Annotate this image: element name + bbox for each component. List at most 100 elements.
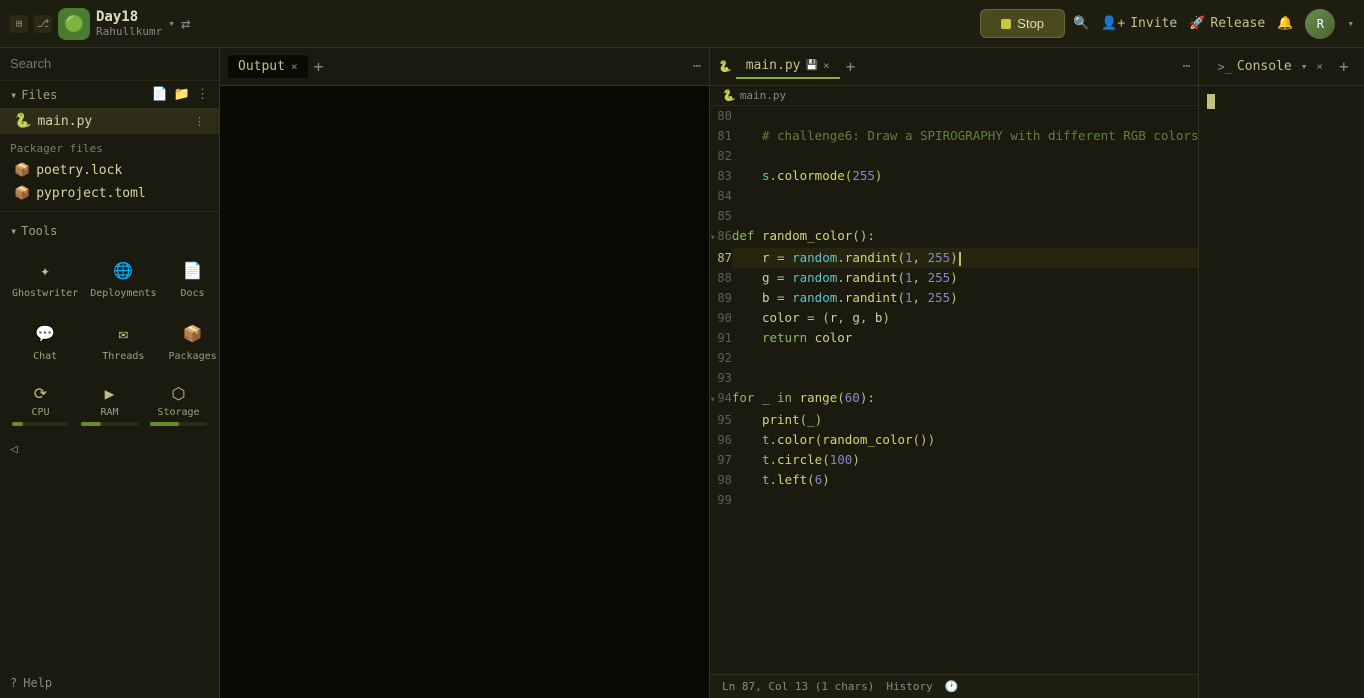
output-panel-dots[interactable]: ⋯ [693, 59, 701, 74]
tools-chevron-icon: ▾ [10, 224, 17, 238]
code-panel-dots[interactable]: ⋯ [1183, 59, 1191, 74]
output-tab-close[interactable]: × [291, 60, 298, 73]
code-line[interactable]: t.left(6) [732, 470, 1199, 490]
files-more-icon[interactable]: ⋮ [196, 87, 209, 102]
table-row: 83 s.colormode(255) [710, 166, 1198, 186]
line-number: 80 [710, 106, 732, 126]
breadcrumb-file-icon: 🐍 [722, 89, 736, 102]
branch-switch-icon[interactable]: ⇄ [181, 14, 191, 33]
breadcrumb-terminal-icon: 🐍 [718, 60, 732, 73]
new-folder-icon[interactable]: 📁 [174, 87, 190, 102]
table-row: 90 color = (r, g, b) [710, 308, 1198, 328]
stop-button[interactable]: Stop [980, 9, 1065, 38]
sidebar-search-container[interactable] [0, 48, 219, 81]
line-number: 96 [710, 430, 732, 450]
table-row: 80 [710, 106, 1198, 126]
code-line[interactable] [732, 186, 1199, 206]
resource-storage[interactable]: ⬡ Storage [146, 378, 211, 432]
search-action[interactable]: 🔍 [1073, 16, 1089, 31]
code-line[interactable] [732, 348, 1199, 368]
code-line[interactable]: s.colormode(255) [732, 166, 1199, 186]
console-tab-label: Console [1237, 59, 1292, 74]
storage-bar [150, 422, 207, 426]
output-tab[interactable]: Output × [228, 55, 308, 78]
packages-icon: 📦 [179, 319, 207, 347]
avatar-chevron-icon[interactable]: ▾ [1347, 17, 1354, 30]
new-file-icon[interactable]: 📄 [152, 87, 168, 102]
table-row: 92 [710, 348, 1198, 368]
code-line[interactable]: for _ in range(60): [732, 388, 1199, 410]
line-col-status: Ln 87, Col 13 (1 chars) [722, 680, 874, 693]
table-row: 82 [710, 146, 1198, 166]
line-number: 83 [710, 166, 732, 186]
code-line[interactable]: return color [732, 328, 1199, 348]
resource-ram[interactable]: ▶ RAM [77, 378, 142, 432]
tools-grid: ✦ Ghostwriter 🌐 Deployments 📄 Docs 💬 Cha… [0, 244, 219, 374]
table-row: ▾86def random_color(): [710, 226, 1198, 248]
code-line[interactable]: t.circle(100) [732, 450, 1199, 470]
expand-sidebar[interactable]: ◁ [0, 436, 219, 463]
search-input[interactable] [10, 56, 209, 71]
tool-ghostwriter[interactable]: ✦ Ghostwriter [8, 248, 82, 307]
console-prompt-icon: >_ [1217, 60, 1231, 74]
code-line[interactable] [732, 106, 1199, 126]
line-number: 95 [710, 410, 732, 430]
poetry-lock-icon: 📦 [14, 163, 30, 178]
main-py-tab[interactable]: main.py 💾 × [736, 54, 840, 79]
ram-icon: ▶ [105, 384, 115, 403]
tool-docs[interactable]: 📄 Docs [164, 248, 220, 307]
code-editor[interactable]: 8081 # challenge6: Draw a SPIROGRAPHY wi… [710, 106, 1198, 674]
file-main-py[interactable]: 🐍 main.py ⋮ [0, 108, 219, 134]
tools-section-header[interactable]: ▾ Tools [0, 218, 219, 244]
console-content [1199, 86, 1364, 698]
bell-action[interactable]: 🔔 [1277, 16, 1293, 31]
main-py-tab-label: main.py [746, 58, 801, 73]
tool-packages[interactable]: 📦 Packages [164, 311, 220, 370]
tool-deployments[interactable]: 🌐 Deployments [86, 248, 160, 307]
code-add-tab[interactable]: + [840, 57, 862, 76]
code-line[interactable] [732, 206, 1199, 226]
code-line[interactable] [732, 146, 1199, 166]
invite-action[interactable]: 👤+ Invite [1101, 16, 1177, 31]
console-add-tab[interactable]: + [1333, 57, 1355, 76]
code-line[interactable]: # challenge6: Draw a SPIROGRAPHY with di… [732, 126, 1199, 146]
code-line[interactable]: r = random.randint(1, 255) [732, 248, 1199, 268]
code-table: 8081 # challenge6: Draw a SPIROGRAPHY wi… [710, 106, 1198, 510]
code-line[interactable] [732, 368, 1199, 388]
console-tab[interactable]: >_ Console ▾ × [1207, 55, 1333, 78]
tool-chat[interactable]: 💬 Chat [8, 311, 82, 370]
branch-icon[interactable]: ⎇ [34, 15, 52, 33]
code-line[interactable] [732, 490, 1199, 510]
line-number: 84 [710, 186, 732, 206]
code-line[interactable]: print(_) [732, 410, 1199, 430]
ram-label: RAM [100, 407, 118, 418]
grid-icon[interactable]: ⊞ [10, 15, 28, 33]
help-section[interactable]: ? Help [0, 668, 219, 698]
resource-cpu[interactable]: ⟳ CPU [8, 378, 73, 432]
output-add-tab[interactable]: + [308, 57, 330, 76]
project-name: Day18 [96, 9, 162, 25]
code-line[interactable]: color = (r, g, b) [732, 308, 1199, 328]
line-number: 82 [710, 146, 732, 166]
file-options-icon[interactable]: ⋮ [194, 115, 205, 128]
tool-threads[interactable]: ✉ Threads [86, 311, 160, 370]
chat-icon: 💬 [31, 319, 59, 347]
code-breadcrumb: 🐍 main.py [710, 86, 1198, 106]
avatar[interactable]: R [1305, 9, 1335, 39]
pyproject-toml-file[interactable]: 📦 pyproject.toml [0, 182, 219, 205]
deployments-icon: 🌐 [109, 256, 137, 284]
help-icon: ? [10, 676, 17, 690]
files-section-header: ▾ Files 📄 📁 ⋮ [0, 81, 219, 108]
main-py-tab-close[interactable]: × [823, 59, 830, 72]
code-line[interactable]: def random_color(): [732, 226, 1199, 248]
project-chevron-icon[interactable]: ▾ [168, 17, 175, 30]
code-line[interactable]: t.color(random_color()) [732, 430, 1199, 450]
line-number: 85 [710, 206, 732, 226]
console-tab-close[interactable]: × [1316, 60, 1323, 73]
code-line[interactable]: g = random.randint(1, 255) [732, 268, 1199, 288]
poetry-lock-file[interactable]: 📦 poetry.lock [0, 159, 219, 182]
release-action[interactable]: 🚀 Release [1189, 16, 1265, 31]
code-line[interactable]: b = random.randint(1, 255) [732, 288, 1199, 308]
table-row: 84 [710, 186, 1198, 206]
cpu-bar-fill [12, 422, 23, 426]
